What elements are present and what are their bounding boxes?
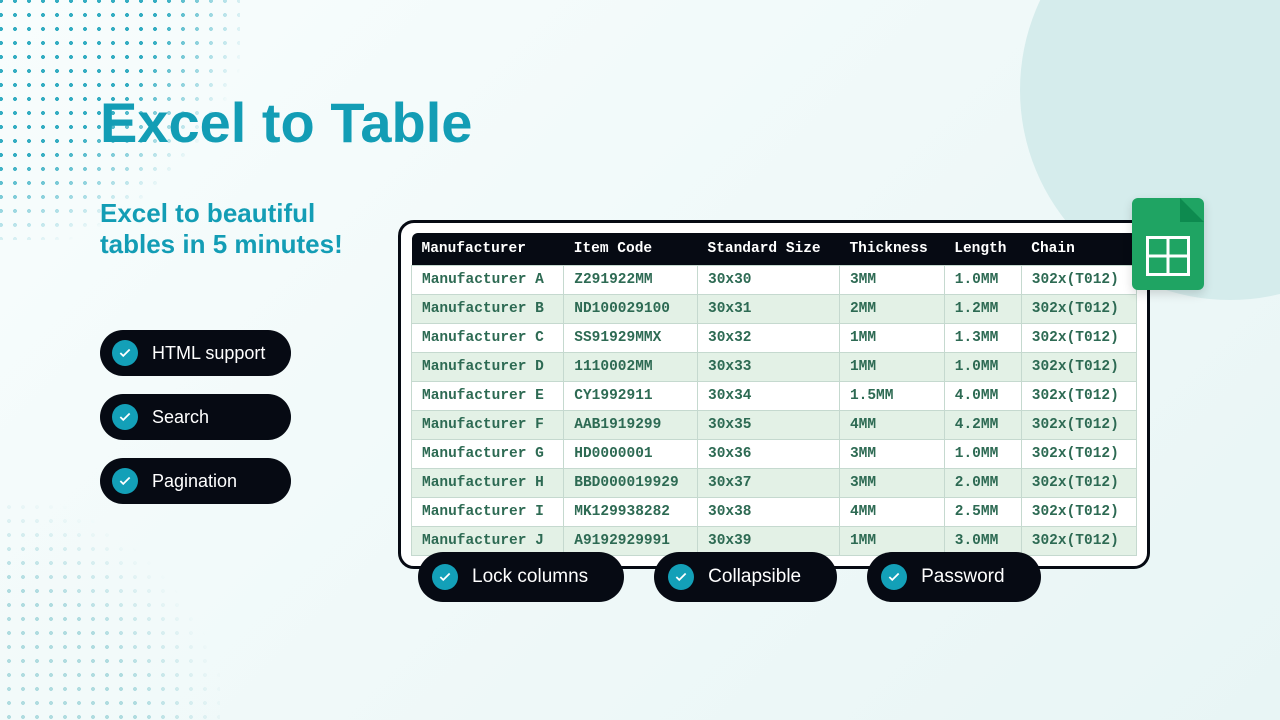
table-row: Manufacturer ECY199291130x341.5MM4.0MM30…	[412, 382, 1137, 411]
table-cell: Manufacturer F	[412, 411, 564, 440]
table-cell: 302x(T012)	[1021, 498, 1136, 527]
table-row: Manufacturer HBBD00001992930x373MM2.0MM3…	[412, 469, 1137, 498]
feature-bottom-2: Password	[867, 552, 1040, 602]
table-cell: 3MM	[839, 469, 944, 498]
data-table: ManufacturerItem CodeStandard SizeThickn…	[411, 233, 1137, 556]
table-cell: 302x(T012)	[1021, 382, 1136, 411]
table-cell: Manufacturer A	[412, 266, 564, 295]
check-icon	[112, 340, 138, 366]
table-cell: 3MM	[839, 440, 944, 469]
table-body: Manufacturer AZ291922MM30x303MM1.0MM302x…	[412, 266, 1137, 556]
table-cell: 30x34	[698, 382, 840, 411]
table-cell: 30x32	[698, 324, 840, 353]
table-header-cell: Standard Size	[698, 233, 840, 266]
feature-label: Password	[921, 566, 1004, 588]
table-cell: 2.5MM	[944, 498, 1021, 527]
table-cell: 30x30	[698, 266, 840, 295]
table-cell: Manufacturer D	[412, 353, 564, 382]
table-cell: 302x(T012)	[1021, 295, 1136, 324]
check-icon	[112, 468, 138, 494]
table-cell: 30x33	[698, 353, 840, 382]
table-cell: 1.2MM	[944, 295, 1021, 324]
table-cell: 2MM	[839, 295, 944, 324]
feature-left-1: Search	[100, 394, 291, 440]
check-icon	[668, 564, 694, 590]
table-cell: Manufacturer E	[412, 382, 564, 411]
table-cell: 2.0MM	[944, 469, 1021, 498]
data-table-frame: ManufacturerItem CodeStandard SizeThickn…	[398, 220, 1150, 569]
table-header-cell: Manufacturer	[412, 233, 564, 266]
table-cell: 30x31	[698, 295, 840, 324]
table-cell: 30x38	[698, 498, 840, 527]
table-cell: BBD000019929	[564, 469, 698, 498]
table-cell: 302x(T012)	[1021, 353, 1136, 382]
feature-label: Lock columns	[472, 566, 588, 588]
table-row: Manufacturer CSS91929MMX30x321MM1.3MM302…	[412, 324, 1137, 353]
table-row: Manufacturer FAAB191929930x354MM4.2MM302…	[412, 411, 1137, 440]
table-cell: Manufacturer B	[412, 295, 564, 324]
table-cell: CY1992911	[564, 382, 698, 411]
table-cell: ND100029100	[564, 295, 698, 324]
table-cell: 4MM	[839, 498, 944, 527]
table-cell: 4.0MM	[944, 382, 1021, 411]
feature-list-left: HTML support Search Pagination	[100, 330, 291, 504]
feature-left-0: HTML support	[100, 330, 291, 376]
table-cell: Manufacturer H	[412, 469, 564, 498]
table-cell: 1.0MM	[944, 440, 1021, 469]
table-cell: 1.0MM	[944, 353, 1021, 382]
table-header-row: ManufacturerItem CodeStandard SizeThickn…	[412, 233, 1137, 266]
feature-bottom-0: Lock columns	[418, 552, 624, 602]
table-cell: AAB1919299	[564, 411, 698, 440]
check-icon	[881, 564, 907, 590]
table-cell: 302x(T012)	[1021, 411, 1136, 440]
table-cell: SS91929MMX	[564, 324, 698, 353]
feature-bottom-1: Collapsible	[654, 552, 837, 602]
decorative-dots-bottom	[0, 500, 220, 720]
table-header-cell: Length	[944, 233, 1021, 266]
check-icon	[112, 404, 138, 430]
google-sheets-icon	[1132, 198, 1204, 290]
table-header-cell: Thickness	[839, 233, 944, 266]
table-cell: 302x(T012)	[1021, 324, 1136, 353]
table-cell: 1.0MM	[944, 266, 1021, 295]
table-cell: HD0000001	[564, 440, 698, 469]
check-icon	[432, 564, 458, 590]
table-cell: 4.2MM	[944, 411, 1021, 440]
table-cell: 1MM	[839, 324, 944, 353]
table-cell: 302x(T012)	[1021, 469, 1136, 498]
table-cell: 3MM	[839, 266, 944, 295]
table-cell: Manufacturer I	[412, 498, 564, 527]
feature-label: Search	[152, 407, 209, 428]
table-row: Manufacturer IMK12993828230x384MM2.5MM30…	[412, 498, 1137, 527]
page-subtitle: Excel to beautiful tables in 5 minutes!	[100, 198, 360, 260]
table-cell: 1.3MM	[944, 324, 1021, 353]
table-cell: 1.5MM	[839, 382, 944, 411]
table-row: Manufacturer D1110002MM30x331MM1.0MM302x…	[412, 353, 1137, 382]
feature-label: Pagination	[152, 471, 237, 492]
table-cell: 4MM	[839, 411, 944, 440]
feature-list-bottom: Lock columns Collapsible Password	[418, 552, 1041, 602]
table-cell: 30x37	[698, 469, 840, 498]
table-cell: Z291922MM	[564, 266, 698, 295]
table-cell: 30x36	[698, 440, 840, 469]
table-row: Manufacturer BND10002910030x312MM1.2MM30…	[412, 295, 1137, 324]
page-title: Excel to Table	[100, 90, 472, 155]
feature-left-2: Pagination	[100, 458, 291, 504]
table-cell: 1110002MM	[564, 353, 698, 382]
table-cell: 1MM	[839, 353, 944, 382]
table-row: Manufacturer GHD000000130x363MM1.0MM302x…	[412, 440, 1137, 469]
table-cell: Manufacturer G	[412, 440, 564, 469]
table-cell: MK129938282	[564, 498, 698, 527]
table-cell: 302x(T012)	[1021, 440, 1136, 469]
feature-label: HTML support	[152, 343, 265, 364]
table-cell: Manufacturer C	[412, 324, 564, 353]
feature-label: Collapsible	[708, 566, 801, 588]
table-header-cell: Item Code	[564, 233, 698, 266]
table-cell: 302x(T012)	[1021, 266, 1136, 295]
table-header-cell: Chain	[1021, 233, 1136, 266]
table-cell: 30x35	[698, 411, 840, 440]
table-row: Manufacturer AZ291922MM30x303MM1.0MM302x…	[412, 266, 1137, 295]
